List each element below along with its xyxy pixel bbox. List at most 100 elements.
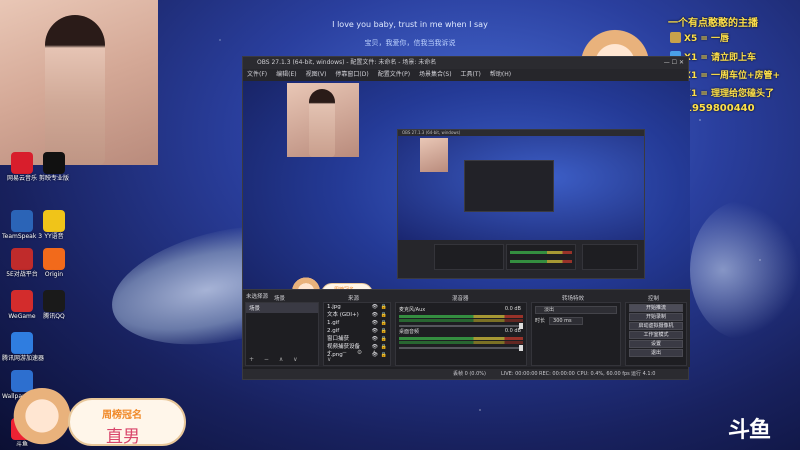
source-name: 1.jpg	[327, 304, 341, 310]
lyric-line-chinese: 宝贝，我爱你，信我当我诉说	[364, 39, 456, 47]
lock-icon[interactable]: 🔒	[381, 335, 387, 343]
menu-item[interactable]: 帮助(H)	[490, 69, 511, 81]
desktop-icon[interactable]: 腾讯网游加速器	[2, 332, 44, 362]
chibi-mascot-left	[10, 388, 74, 450]
control-button[interactable]: 开始录制	[629, 313, 683, 321]
menu-item[interactable]: 配置文件(P)	[378, 69, 410, 81]
app-icon	[43, 152, 65, 174]
gift-panel-title: 一个有点憨憨的主播	[668, 18, 758, 29]
app-icon	[11, 332, 33, 354]
nested-webcam	[420, 138, 448, 172]
volume-slider[interactable]	[399, 345, 523, 351]
controls-header: 控制	[648, 296, 660, 302]
obs-menubar: 文件(F) 编辑(E) 视图(V) 停靠窗口(D) 配置文件(P) 场景集合(S) 工具(T…	[243, 69, 688, 81]
app-icon	[11, 290, 33, 312]
volume-slider[interactable]	[399, 323, 523, 329]
menu-item[interactable]: 视图(V)	[306, 69, 327, 81]
nested-docks	[398, 240, 644, 278]
source-tools[interactable]: + − ⚙ ∧ ∨	[327, 349, 390, 363]
wallpaper-dragon-tail	[690, 200, 800, 340]
source-item[interactable]: 文本 (GDI+) 👁 🔒	[324, 311, 390, 319]
volume-meter	[399, 337, 523, 340]
source-name: 文本 (GDI+)	[327, 312, 359, 318]
app-icon	[11, 152, 33, 174]
scene-tools[interactable]: + − ∧ ∨	[249, 356, 302, 363]
mixer-track-desktop[interactable]: 桌面音频 0.0 dB	[399, 328, 523, 351]
nested-preview	[398, 136, 644, 240]
obs-statusbar: 丢帧 0 (0.0%) LIVE: 00:00:00 REC: 00:00:00…	[243, 369, 688, 379]
contact-number: 1959800440	[685, 103, 755, 114]
nested-controls	[582, 244, 638, 270]
banner-name: 直男	[106, 427, 140, 447]
eye-icon[interactable]: 👁	[372, 303, 378, 311]
obs-title: OBS 27.1.3 (64-bit, windows) - 配置文件: 未命名…	[257, 59, 437, 66]
desktop-icon[interactable]: YY语音	[34, 210, 74, 240]
eye-icon[interactable]: 👁	[372, 327, 378, 335]
sources-header: 来源	[348, 296, 360, 302]
lock-icon[interactable]: 🔒	[381, 311, 387, 319]
volume-meter	[399, 341, 523, 344]
mixer-track-mic[interactable]: 麦克风/Aux 0.0 dB	[399, 306, 523, 329]
transitions-header: 转场特效	[562, 296, 585, 302]
webcam-overlay	[0, 0, 158, 165]
gift-row: X5 = 一唇	[670, 31, 729, 44]
control-button[interactable]: 启动虚拟摄像机	[629, 322, 683, 330]
duration-input[interactable]: 300 ms	[549, 317, 583, 325]
app-icon	[43, 210, 65, 232]
source-item[interactable]: 1.jpg 👁 🔒	[324, 303, 390, 311]
menu-item[interactable]: 编辑(E)	[276, 69, 296, 81]
app-icon	[43, 290, 65, 312]
preview-person	[309, 89, 335, 157]
desktop-icon-label: YY语音	[44, 233, 64, 240]
status-extra: 运行 4.1:0	[631, 371, 656, 377]
control-button[interactable]: 退出	[629, 349, 683, 357]
source-name: 窗口捕获	[327, 336, 350, 342]
nested-obs-window-2	[464, 160, 554, 212]
eye-icon[interactable]: 👁	[372, 335, 378, 343]
nested-mixer	[506, 244, 576, 270]
banner-title: 周榜冠名	[102, 410, 142, 421]
weekly-rank-banner: 周榜冠名 直男	[68, 398, 186, 447]
source-item[interactable]: 窗口捕获 👁 🔒	[324, 335, 390, 343]
source-item[interactable]: 2.gif 👁 🔒	[324, 327, 390, 335]
track-volume: 0.0 dB	[504, 328, 521, 334]
mixer-dock: 混音器 麦克风/Aux 0.0 dB 桌面音频 0.0 dB	[395, 296, 527, 366]
sources-dock: 来源 1.jpg 👁 🔒 文本 (GDI+) 👁 🔒 1.gif 👁 🔒 2.gif 👁 🔒 窗口捕获 👁…	[323, 296, 391, 366]
status-dropped: 丢帧 0 (0.0%)	[453, 371, 486, 377]
duration-label: 时长	[535, 318, 546, 324]
eye-icon[interactable]: 👁	[372, 319, 378, 327]
nested-meter	[510, 251, 572, 254]
menu-item[interactable]: 工具(T)	[461, 69, 481, 81]
lock-icon[interactable]: 🔒	[381, 327, 387, 335]
lyric-line-english: I love you baby, trust in me when I say	[332, 20, 488, 29]
desktop-icon-label: Origin	[44, 271, 64, 278]
menu-item[interactable]: 停靠窗口(D)	[335, 69, 368, 81]
obs-titlebar[interactable]: OBS 27.1.3 (64-bit, windows) - 配置文件: 未命名…	[243, 57, 688, 69]
lock-icon[interactable]: 🔒	[381, 303, 387, 311]
volume-meter	[399, 319, 523, 322]
menu-item[interactable]: 文件(F)	[247, 69, 267, 81]
app-icon	[11, 210, 33, 232]
status-cpu: CPU: 0.4%, 60.00 fps	[577, 371, 630, 377]
app-icon	[11, 370, 33, 392]
transition-duration-row: 时长 300 ms	[535, 317, 617, 325]
desktop-icon-label: 腾讯QQ	[43, 313, 65, 320]
mixer-header: 混音器	[452, 296, 469, 302]
desktop-icon[interactable]: 腾讯QQ	[34, 290, 74, 320]
status-live: LIVE: 00:00:00	[501, 371, 538, 377]
window-controls[interactable]: — ☐ ✕	[664, 57, 684, 69]
source-item[interactable]: 1.gif 👁 🔒	[324, 319, 390, 327]
lock-icon[interactable]: 🔒	[381, 319, 387, 327]
obs-window[interactable]: OBS 27.1.3 (64-bit, windows) - 配置文件: 未命名…	[242, 56, 690, 380]
control-button[interactable]: 开始推流	[629, 304, 683, 312]
menu-item[interactable]: 场景集合(S)	[419, 69, 452, 81]
scene-item[interactable]: 场景	[246, 303, 318, 313]
scenes-header: 场景	[274, 296, 286, 302]
control-button[interactable]: 设置	[629, 340, 683, 348]
eye-icon[interactable]: 👁	[372, 311, 378, 319]
desktop-icon-label: 剪映专业版	[38, 175, 69, 182]
transition-select[interactable]: 淡出	[535, 306, 617, 314]
desktop-icon[interactable]: Origin	[34, 248, 74, 278]
control-button[interactable]: 工作室模式	[629, 331, 683, 339]
desktop-icon[interactable]: 剪映专业版	[34, 152, 74, 182]
